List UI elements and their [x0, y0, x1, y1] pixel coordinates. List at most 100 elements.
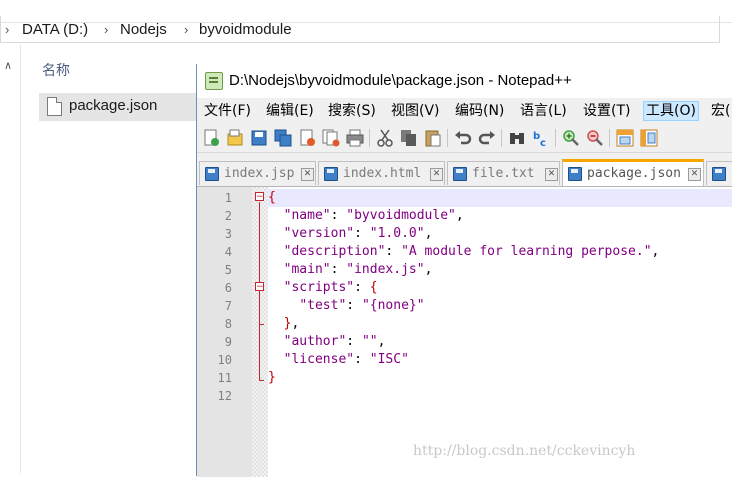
json-colon: : [354, 226, 370, 241]
chevron-right-icon[interactable]: › [184, 20, 188, 40]
find-icon[interactable] [508, 129, 526, 147]
json-value: "byvoidmodule" [346, 208, 456, 223]
replace-icon[interactable]: bc [532, 129, 550, 147]
json-comma: , [455, 208, 464, 223]
title-bar[interactable]: D:\Nodejs\byvoidmodule\package.json - No… [197, 64, 732, 98]
json-value: "1.0.0" [369, 226, 425, 241]
json-colon: : [354, 280, 370, 295]
column-header-name[interactable]: 名称 [42, 60, 70, 80]
save-icon[interactable] [250, 129, 268, 147]
fold-end-marker [259, 324, 264, 325]
sync-horizontal-icon[interactable] [640, 129, 658, 147]
breadcrumb-drive[interactable]: DATA (D:) [22, 20, 88, 40]
file-name: package.json [69, 97, 158, 114]
print-icon[interactable] [346, 129, 364, 147]
json-brace: { [268, 190, 276, 205]
line-number: 5 [224, 263, 232, 277]
zoom-out-icon[interactable] [586, 129, 604, 147]
chevron-up-icon[interactable]: ∧ [4, 59, 12, 72]
menu-tools[interactable]: 工具(O) [643, 101, 699, 121]
json-colon: : [354, 352, 370, 367]
menu-file[interactable]: 文件(F) [202, 102, 253, 120]
explorer-address-bar[interactable]: › DATA (D:) › Nodejs › byvoidmodule [0, 0, 732, 43]
chevron-right-icon[interactable]: › [104, 20, 108, 40]
json-key: "main" [283, 262, 331, 277]
file-disk-icon [453, 167, 467, 181]
line-number: 12 [217, 389, 232, 403]
fold-margin[interactable] [252, 187, 268, 477]
tab-close-icon[interactable]: ✕ [688, 168, 701, 181]
json-value: "{none}" [361, 298, 425, 313]
tab-bar: index.jsp ✕ index.html ✕ file.txt ✕ pack… [197, 158, 732, 187]
toolbar-separator [501, 129, 502, 147]
line-number: 8 [224, 317, 232, 331]
paste-icon[interactable] [424, 129, 442, 147]
line-number: 7 [224, 299, 232, 313]
tab-package-json[interactable]: package.json ✕ [562, 159, 704, 186]
json-comma: , [377, 334, 386, 349]
copy-icon[interactable] [400, 129, 418, 147]
code-line-1: { [268, 189, 276, 207]
tab-close-icon[interactable]: ✕ [301, 168, 314, 181]
line-number: 4 [224, 245, 232, 259]
json-comma: , [424, 226, 433, 241]
redo-icon[interactable] [478, 129, 496, 147]
window-title: D:\Nodejs\byvoidmodule\package.json - No… [229, 72, 572, 89]
undo-icon[interactable] [454, 129, 472, 147]
new-file-icon[interactable] [202, 129, 220, 147]
json-value: "index.js" [346, 262, 425, 277]
zoom-in-icon[interactable] [562, 129, 580, 147]
fold-collapse-icon[interactable]: − [255, 282, 264, 292]
notepadpp-window: D:\Nodejs\byvoidmodule\package.json - No… [196, 64, 732, 477]
tab-close-icon[interactable]: ✕ [430, 168, 443, 181]
sync-vertical-icon[interactable] [616, 129, 634, 147]
line-number: 3 [224, 227, 232, 241]
tab-index-html[interactable]: index.html ✕ [318, 161, 445, 185]
tab-index-jsp[interactable]: index.jsp ✕ [199, 161, 316, 185]
code-line-2: "name": "byvoidmodule", [268, 207, 464, 225]
line-number: 11 [217, 371, 232, 385]
open-file-icon[interactable] [226, 129, 244, 147]
fold-collapse-icon[interactable]: − [255, 192, 264, 202]
tab-label: package.json [587, 166, 681, 181]
file-list-item[interactable]: package.json [39, 93, 197, 121]
file-disk-icon [324, 167, 338, 181]
cut-icon[interactable] [376, 129, 394, 147]
watermark-text: http://blog.csdn.net/cckevincyh [413, 443, 636, 459]
breadcrumb-byvoidmodule[interactable]: byvoidmodule [199, 20, 292, 40]
json-comma: , [651, 244, 660, 259]
code-editor[interactable]: 1 2 3 4 5 6 7 8 9 10 11 12 − − { "name":… [197, 187, 732, 477]
menu-macro[interactable]: 宏( [709, 102, 732, 120]
line-number: 9 [224, 335, 232, 349]
menu-settings[interactable]: 设置(T) [581, 102, 632, 120]
tab-close-icon[interactable]: ✕ [545, 168, 558, 181]
json-colon: : [330, 262, 347, 277]
menu-search[interactable]: 搜索(S) [326, 102, 378, 120]
explorer-nav-pane[interactable]: ∧ [0, 45, 21, 473]
menu-bar: 文件(F) 编辑(E) 搜索(S) 视图(V) 编码(N) 语言(L) 设置(T… [197, 100, 732, 122]
json-comma: , [424, 262, 433, 277]
breadcrumb-nodejs[interactable]: Nodejs [120, 20, 167, 40]
current-line-highlight [268, 189, 732, 207]
toolbar: bc [197, 124, 732, 153]
menu-encoding[interactable]: 编码(N) [453, 102, 506, 120]
menu-edit[interactable]: 编辑(E) [264, 102, 316, 120]
close-icon[interactable] [298, 129, 316, 147]
line-number-gutter: 1 2 3 4 5 6 7 8 9 10 11 12 [197, 187, 252, 477]
tab-file-txt[interactable]: file.txt ✕ [447, 161, 560, 185]
code-line-3: "version": "1.0.0", [268, 225, 433, 243]
json-key: "version" [283, 226, 355, 241]
file-disk-icon [205, 167, 219, 181]
chevron-right-icon[interactable]: › [5, 20, 9, 40]
toolbar-separator [369, 129, 370, 147]
menu-language[interactable]: 语言(L) [518, 102, 569, 120]
json-value: "A module for learning perpose." [401, 244, 652, 259]
tab-overflow[interactable] [706, 161, 732, 185]
code-line-8: }, [268, 315, 300, 333]
close-all-icon[interactable] [322, 129, 340, 147]
fold-end-marker [259, 380, 264, 381]
save-all-icon[interactable] [274, 129, 292, 147]
json-colon: : [385, 244, 402, 259]
menu-view[interactable]: 视图(V) [389, 102, 442, 120]
line-number: 2 [224, 209, 232, 223]
